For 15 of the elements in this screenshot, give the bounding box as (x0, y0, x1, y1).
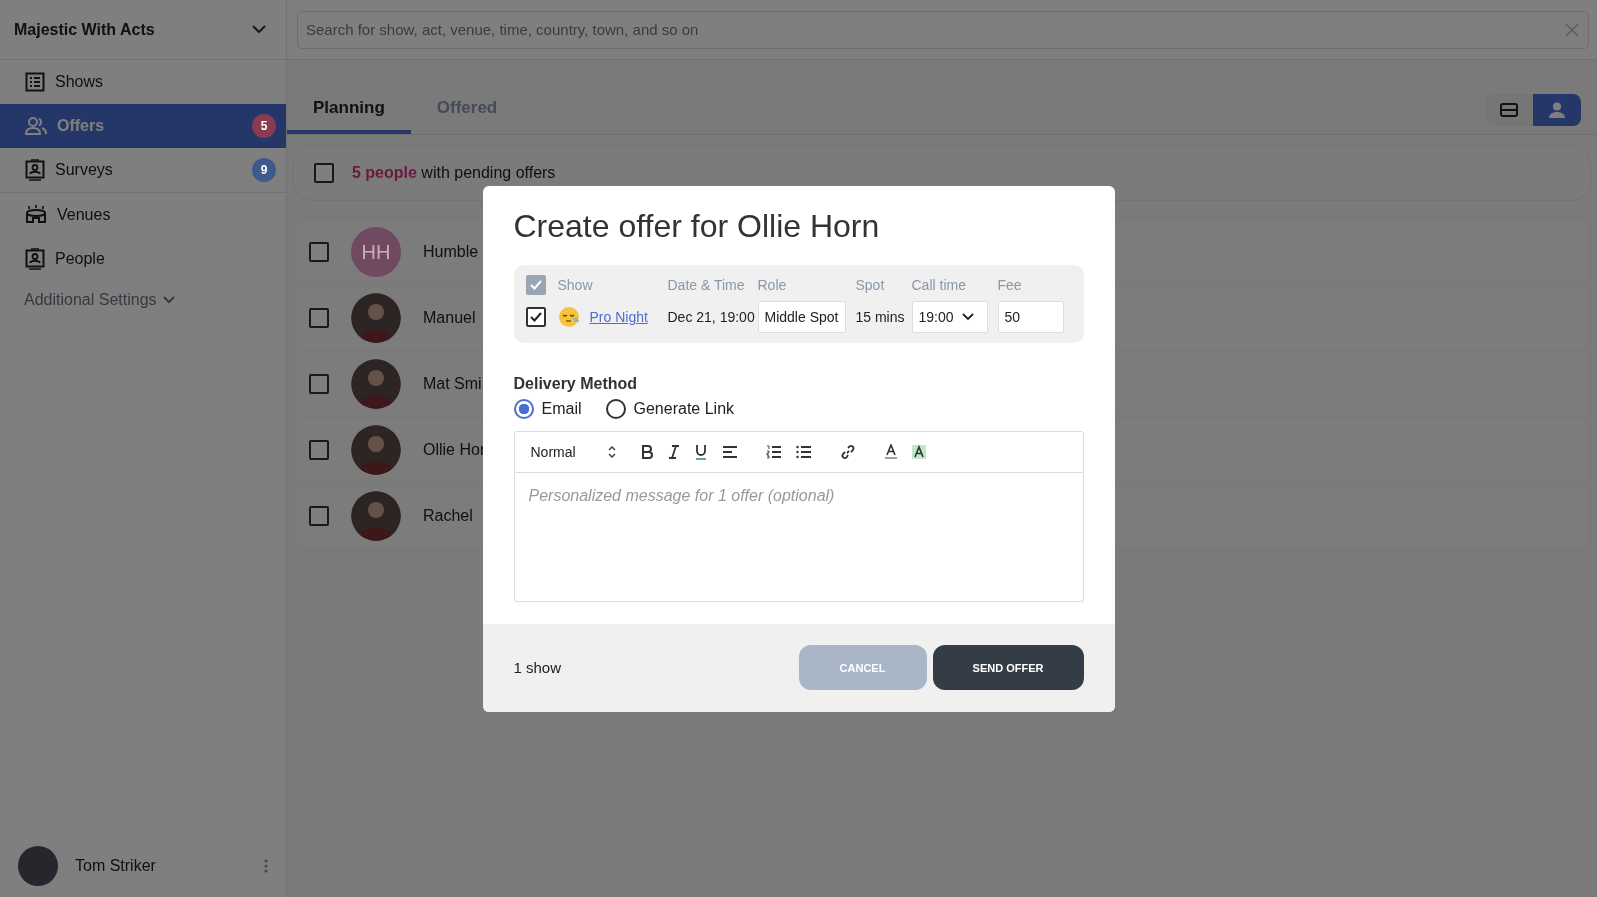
spot-cell-text: 15 mins (855, 308, 906, 325)
user-name: Tom Striker (75, 857, 157, 875)
summary-text: 5 people with pending offers (352, 164, 556, 182)
show-count: 1 show (513, 659, 563, 676)
person-name: Rachel (423, 507, 473, 525)
dialog-title: Create offer for Ollie Horn (513, 207, 881, 245)
delivery-method-label: Delivery Method (513, 374, 639, 393)
initials-avatar: HH (351, 227, 401, 277)
count-badge: 9 (252, 158, 276, 182)
person-name: Humble (423, 243, 479, 261)
count-badge: 5 (252, 114, 276, 138)
person-name: Mat Smi (423, 375, 482, 393)
person-name: Manuel (423, 309, 476, 327)
person-name: Ollie Hor (423, 441, 486, 459)
date-time-cell-text: Dec 21, 19:00 (667, 308, 756, 325)
